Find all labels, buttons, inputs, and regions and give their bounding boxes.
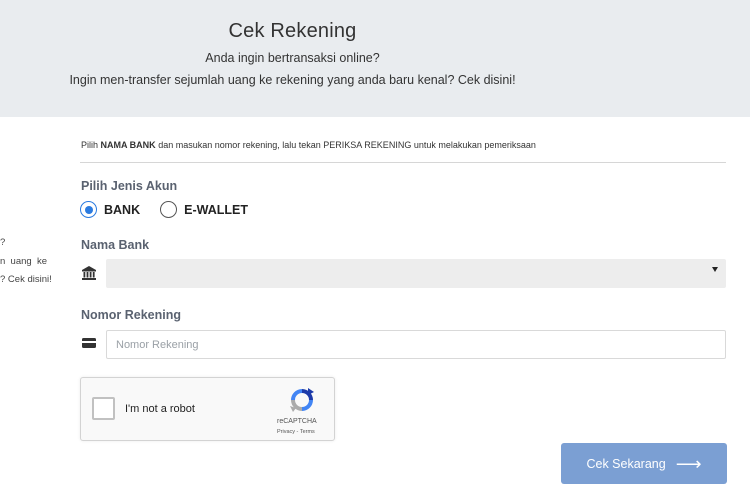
bank-name-label: Nama Bank [81, 238, 150, 252]
check-now-label: Cek Sekarang [586, 456, 666, 471]
account-number-label: Nomor Rekening [81, 308, 182, 322]
instruction-bold: NAMA BANK [100, 140, 156, 150]
divider [80, 162, 726, 163]
hero-subtitle-2: Ingin men-transfer sejumlah uang ke reke… [69, 73, 516, 87]
hero-banner: Cek Rekening Anda ingin bertransaksi onl… [0, 0, 750, 117]
page-title: Cek Rekening [228, 20, 357, 42]
caret-down-icon [712, 267, 718, 272]
bank-select[interactable] [106, 259, 726, 288]
bank-icon [82, 266, 96, 280]
radio-ewallet[interactable] [160, 201, 178, 218]
radio-bank[interactable] [80, 201, 97, 218]
long-arrow-right-icon: ⟶ [675, 453, 702, 474]
account-number-input[interactable] [106, 330, 726, 359]
recaptcha-logo-icon [290, 388, 314, 412]
check-now-button[interactable]: Cek Sekarang ⟶ [561, 443, 727, 484]
side-text-fragment: ? Cek disini! [0, 274, 52, 285]
recaptcha-label: I'm not a robot [125, 403, 195, 415]
recaptcha-checkbox[interactable] [92, 397, 115, 420]
side-text-fragment: ? [0, 237, 6, 248]
recaptcha-brand: reCAPTCHA [277, 418, 317, 425]
account-type-label: Pilih Jenis Akun [81, 179, 178, 193]
radio-ewallet-label[interactable]: E-WALLET [184, 203, 248, 217]
credit-card-icon [82, 338, 96, 348]
recaptcha-links[interactable]: Privacy - Terms [277, 429, 315, 435]
radio-bank-label[interactable]: BANK [104, 203, 140, 217]
recaptcha-widget: I'm not a robot reCAPTCHA Privacy - Term… [80, 377, 335, 441]
form-instruction: Pilih NAMA BANK dan masukan nomor rekeni… [81, 140, 536, 150]
side-text-fragment: n uang ke [0, 256, 48, 267]
hero-subtitle-1: Anda ingin bertransaksi online? [205, 51, 380, 65]
account-type-radio-group: BANK E-WALLET [80, 201, 248, 218]
radio-selected-dot [84, 205, 93, 214]
